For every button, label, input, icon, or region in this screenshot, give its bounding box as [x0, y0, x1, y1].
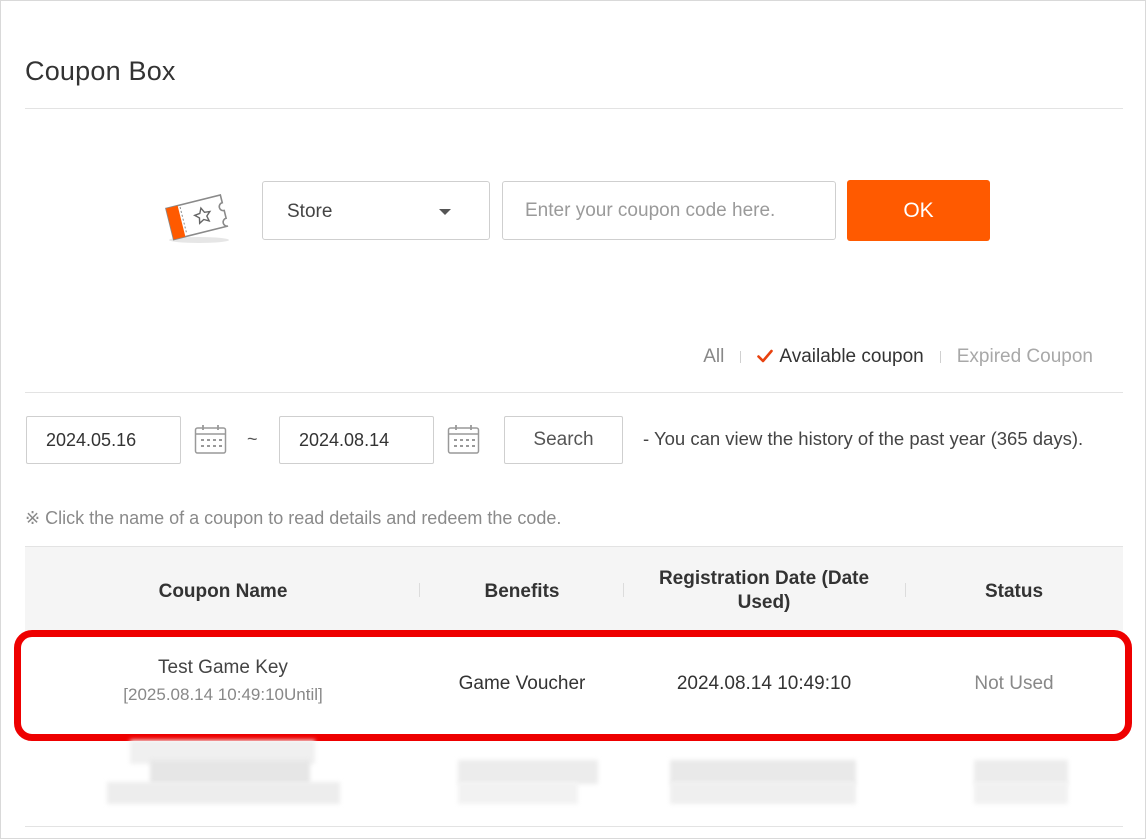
coupon-filter-tabs: All Available coupon Expired Coupon [703, 346, 1093, 368]
table-row: Test Game Key [2025.08.14 10:49:10Until]… [25, 640, 1123, 730]
coupon-name-link[interactable]: Test Game Key [73, 657, 373, 679]
coupon-hint: ※ Click the name of a coupon to read det… [25, 508, 562, 528]
filter-divider-line [25, 392, 1123, 393]
filter-all[interactable]: All [703, 346, 724, 368]
end-date-input[interactable] [279, 416, 434, 464]
coupon-name-cell: Test Game Key [2025.08.14 10:49:10Until] [73, 657, 373, 705]
column-header-registration-date: Registration Date (Date Used) [658, 568, 870, 613]
column-divider [419, 583, 420, 597]
table-header: Coupon Name Benefits Registration Date (… [25, 546, 1123, 633]
redacted-block [974, 760, 1068, 784]
caret-down-icon [439, 209, 451, 215]
filter-expired[interactable]: Expired Coupon [957, 346, 1093, 368]
ok-button[interactable]: OK [847, 180, 990, 241]
registration-date-cell: 2024.08.14 10:49:10 [676, 673, 852, 694]
calendar-icon[interactable] [447, 424, 480, 455]
filter-divider [740, 351, 742, 363]
redacted-block [670, 782, 856, 804]
column-header-benefits: Benefits [484, 581, 560, 602]
benefits-cell: Game Voucher [458, 673, 586, 694]
filter-available-label: Available coupon [779, 346, 924, 367]
status-cell: Not Used [974, 673, 1054, 694]
coupon-code-input[interactable] [502, 181, 836, 240]
redacted-block [974, 782, 1068, 804]
platform-select-value: Store [287, 201, 333, 222]
coupon-valid-until: [2025.08.14 10:49:10Until] [123, 685, 323, 704]
redacted-block [458, 760, 598, 784]
page-title: Coupon Box [25, 56, 176, 86]
column-divider [623, 583, 624, 597]
calendar-icon[interactable] [194, 424, 227, 455]
title-divider [25, 108, 1123, 109]
platform-select[interactable]: Store [262, 181, 490, 240]
redacted-block [107, 782, 340, 804]
date-range-separator: ~ [247, 429, 258, 449]
coupon-ticket-icon [165, 193, 229, 243]
column-header-coupon-name: Coupon Name [158, 581, 288, 602]
table-bottom-border [25, 826, 1123, 827]
column-header-status: Status [984, 581, 1044, 602]
filter-available[interactable]: Available coupon [757, 346, 924, 368]
history-note: - You can view the history of the past y… [643, 428, 1084, 449]
search-button[interactable]: Search [504, 416, 623, 464]
check-icon [757, 349, 774, 363]
filter-divider [939, 351, 941, 363]
redacted-block [150, 760, 310, 784]
redacted-block [458, 782, 578, 804]
redacted-block [670, 760, 856, 784]
column-divider [905, 583, 906, 597]
start-date-input[interactable] [26, 416, 181, 464]
